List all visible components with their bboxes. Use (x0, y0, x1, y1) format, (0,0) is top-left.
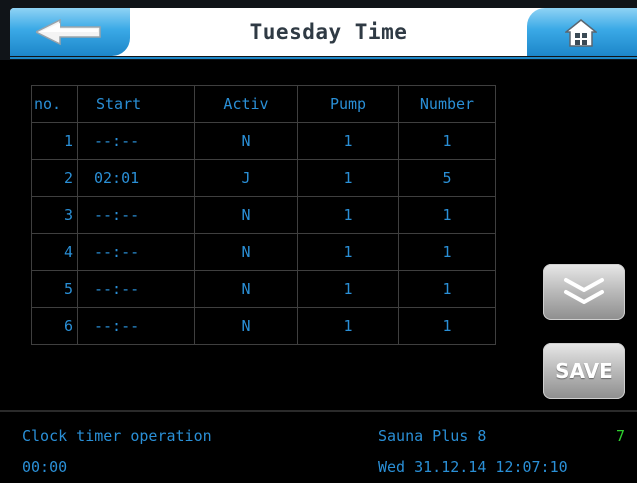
pump-cell[interactable]: 1 (297, 196, 399, 234)
device-name-text: Sauna Plus 8 (378, 427, 487, 445)
save-button[interactable]: SAVE (543, 343, 625, 399)
header-divider (10, 57, 637, 59)
activ-cell[interactable]: N (194, 270, 298, 308)
screen: Tuesday Time no. Start Activ Pump Number… (0, 0, 637, 483)
pump-cell[interactable]: 1 (297, 233, 399, 271)
column-header-activ: Activ (194, 85, 298, 123)
number-cell[interactable]: 1 (398, 233, 496, 271)
start-time-cell[interactable]: --:-- (77, 122, 195, 160)
pump-cell[interactable]: 1 (297, 159, 399, 197)
status-bar: Clock timer operation Sauna Plus 8 7 00:… (0, 410, 637, 483)
column-header-pump: Pump (297, 85, 399, 123)
row-number: 4 (31, 233, 78, 271)
header-bar: Tuesday Time (0, 0, 637, 60)
start-time-cell[interactable]: --:-- (77, 233, 195, 271)
start-time-cell[interactable]: --:-- (77, 270, 195, 308)
column-header-start: Start (77, 85, 195, 123)
pump-cell[interactable]: 1 (297, 122, 399, 160)
operation-mode-text: Clock timer operation (22, 427, 212, 445)
page-title: Tuesday Time (249, 20, 408, 44)
double-chevron-down-icon (563, 277, 605, 307)
activ-cell[interactable]: N (194, 122, 298, 160)
timer-text: 00:00 (22, 458, 68, 476)
table-row[interactable]: 6 --:-- N 1 1 (31, 307, 496, 345)
activ-cell[interactable]: N (194, 307, 298, 345)
back-button[interactable] (10, 8, 130, 56)
number-cell[interactable]: 5 (398, 159, 496, 197)
number-cell[interactable]: 1 (398, 307, 496, 345)
row-number: 6 (31, 307, 78, 345)
table-row[interactable]: 1 --:-- N 1 1 (31, 122, 496, 160)
activ-cell[interactable]: J (194, 159, 298, 197)
pump-cell[interactable]: 1 (297, 270, 399, 308)
row-number: 5 (31, 270, 78, 308)
table-row[interactable]: 3 --:-- N 1 1 (31, 196, 496, 234)
row-number: 1 (31, 122, 78, 160)
arrow-left-icon (36, 19, 102, 45)
pump-cell[interactable]: 1 (297, 307, 399, 345)
start-time-cell[interactable]: --:-- (77, 307, 195, 345)
row-number: 2 (31, 159, 78, 197)
start-time-cell[interactable]: --:-- (77, 196, 195, 234)
home-icon (565, 19, 597, 47)
home-button[interactable] (527, 8, 637, 56)
timer-table: no. Start Activ Pump Number 1 --:-- N 1 … (31, 85, 496, 345)
number-cell[interactable]: 1 (398, 196, 496, 234)
activ-cell[interactable]: N (194, 233, 298, 271)
table-row[interactable]: 2 02:01 J 1 5 (31, 159, 496, 197)
table-header-row: no. Start Activ Pump Number (31, 85, 496, 123)
status-indicator: 7 (616, 427, 626, 445)
activ-cell[interactable]: N (194, 196, 298, 234)
column-header-no: no. (31, 85, 78, 123)
table-row[interactable]: 5 --:-- N 1 1 (31, 270, 496, 308)
number-cell[interactable]: 1 (398, 270, 496, 308)
datetime-text: Wed 31.12.14 12:07:10 (378, 458, 568, 476)
start-time-cell[interactable]: 02:01 (77, 159, 195, 197)
number-cell[interactable]: 1 (398, 122, 496, 160)
scroll-down-button[interactable] (543, 264, 625, 320)
row-number: 3 (31, 196, 78, 234)
table-row[interactable]: 4 --:-- N 1 1 (31, 233, 496, 271)
column-header-number: Number (398, 85, 496, 123)
